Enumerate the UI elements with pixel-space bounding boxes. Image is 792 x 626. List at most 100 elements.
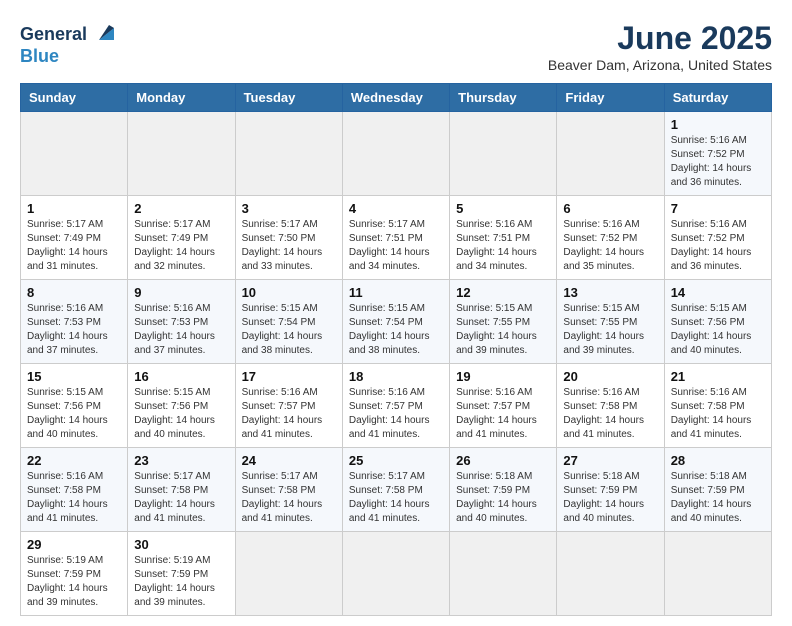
day-info: Sunrise: 5:15 AMSunset: 7:56 PMDaylight:…: [671, 302, 765, 358]
day-number: 29: [27, 537, 121, 552]
day-info: Sunrise: 5:17 AMSunset: 7:51 PMDaylight:…: [349, 218, 443, 274]
day-number: 23: [134, 453, 228, 468]
calendar-cell: 5 Sunrise: 5:16 AMSunset: 7:51 PMDaylight…: [450, 196, 557, 280]
day-info: Sunrise: 5:17 AMSunset: 7:49 PMDaylight:…: [134, 218, 228, 274]
day-number: 25: [349, 453, 443, 468]
day-number: 1: [27, 201, 121, 216]
day-number: 8: [27, 285, 121, 300]
day-info: Sunrise: 5:17 AMSunset: 7:49 PMDaylight:…: [27, 218, 121, 274]
weekday-header: Tuesday: [235, 84, 342, 112]
subtitle: Beaver Dam, Arizona, United States: [548, 57, 772, 73]
calendar-cell: [235, 112, 342, 196]
day-number: 10: [242, 285, 336, 300]
logo-icon: [89, 20, 119, 50]
calendar-header-row: SundayMondayTuesdayWednesdayThursdayFrid…: [21, 84, 772, 112]
weekday-header: Monday: [128, 84, 235, 112]
day-number: 16: [134, 369, 228, 384]
day-number: 2: [134, 201, 228, 216]
calendar-week-row: 15Sunrise: 5:15 AMSunset: 7:56 PMDayligh…: [21, 364, 772, 448]
calendar-cell: [342, 532, 449, 616]
day-info: Sunrise: 5:16 AMSunset: 7:57 PMDaylight:…: [456, 386, 550, 442]
day-info: Sunrise: 5:17 AMSunset: 7:50 PMDaylight:…: [242, 218, 336, 274]
day-number: 20: [563, 369, 657, 384]
day-number: 7: [671, 201, 765, 216]
day-number: 5: [456, 201, 550, 216]
day-number: 27: [563, 453, 657, 468]
logo-text: General: [20, 25, 87, 45]
calendar-cell: 9Sunrise: 5:16 AMSunset: 7:53 PMDaylight…: [128, 280, 235, 364]
day-number: 21: [671, 369, 765, 384]
calendar-cell: 29Sunrise: 5:19 AMSunset: 7:59 PMDayligh…: [21, 532, 128, 616]
calendar-week-row: 1 Sunrise: 5:17 AMSunset: 7:49 PMDaylight…: [21, 196, 772, 280]
day-info: Sunrise: 5:16 AMSunset: 7:51 PMDaylight:…: [456, 218, 550, 274]
day-number: 17: [242, 369, 336, 384]
calendar-cell: 4 Sunrise: 5:17 AMSunset: 7:51 PMDaylight…: [342, 196, 449, 280]
calendar-cell: [664, 532, 771, 616]
day-number: 9: [134, 285, 228, 300]
day-info: Sunrise: 5:15 AMSunset: 7:54 PMDaylight:…: [349, 302, 443, 358]
header: General Blue June 2025 Beaver Dam, Arizo…: [20, 20, 772, 73]
calendar-week-row: 8 Sunrise: 5:16 AMSunset: 7:53 PMDaylight…: [21, 280, 772, 364]
calendar-cell: [450, 112, 557, 196]
calendar-cell: 8 Sunrise: 5:16 AMSunset: 7:53 PMDaylight…: [21, 280, 128, 364]
day-info: Sunrise: 5:15 AMSunset: 7:54 PMDaylight:…: [242, 302, 336, 358]
weekday-header: Saturday: [664, 84, 771, 112]
calendar-cell: 11 Sunrise: 5:15 AMSunset: 7:54 PMDayligh…: [342, 280, 449, 364]
calendar-cell: 15Sunrise: 5:15 AMSunset: 7:56 PMDayligh…: [21, 364, 128, 448]
day-number: 1: [671, 117, 765, 132]
day-info: Sunrise: 5:16 AMSunset: 7:57 PMDaylight:…: [349, 386, 443, 442]
calendar-cell: 22Sunrise: 5:16 AMSunset: 7:58 PMDayligh…: [21, 448, 128, 532]
calendar-cell: [128, 112, 235, 196]
day-number: 22: [27, 453, 121, 468]
day-info: Sunrise: 5:16 AMSunset: 7:58 PMDaylight:…: [671, 386, 765, 442]
calendar-cell: [557, 112, 664, 196]
day-info: Sunrise: 5:16 AMSunset: 7:52 PMDaylight:…: [671, 218, 765, 274]
day-info: Sunrise: 5:17 AMSunset: 7:58 PMDaylight:…: [349, 470, 443, 526]
calendar-cell: 3 Sunrise: 5:17 AMSunset: 7:50 PMDaylight…: [235, 196, 342, 280]
weekday-header: Wednesday: [342, 84, 449, 112]
day-number: 12: [456, 285, 550, 300]
calendar-cell: [21, 112, 128, 196]
calendar-week-row: 1 Sunrise: 5:16 AMSunset: 7:52 PMDaylight…: [21, 112, 772, 196]
day-number: 4: [349, 201, 443, 216]
calendar-cell: 19Sunrise: 5:16 AMSunset: 7:57 PMDayligh…: [450, 364, 557, 448]
calendar-cell: [450, 532, 557, 616]
day-number: 30: [134, 537, 228, 552]
day-info: Sunrise: 5:15 AMSunset: 7:56 PMDaylight:…: [27, 386, 121, 442]
main-title: June 2025: [548, 20, 772, 57]
day-info: Sunrise: 5:15 AMSunset: 7:55 PMDaylight:…: [456, 302, 550, 358]
calendar-cell: 28Sunrise: 5:18 AMSunset: 7:59 PMDayligh…: [664, 448, 771, 532]
day-info: Sunrise: 5:19 AMSunset: 7:59 PMDaylight:…: [134, 554, 228, 610]
day-info: Sunrise: 5:17 AMSunset: 7:58 PMDaylight:…: [134, 470, 228, 526]
weekday-header: Friday: [557, 84, 664, 112]
calendar-cell: 27 Sunrise: 5:18 AMSunset: 7:59 PMDayligh…: [557, 448, 664, 532]
weekday-header: Sunday: [21, 84, 128, 112]
calendar-cell: 24Sunrise: 5:17 AMSunset: 7:58 PMDayligh…: [235, 448, 342, 532]
day-info: Sunrise: 5:17 AMSunset: 7:58 PMDaylight:…: [242, 470, 336, 526]
calendar-cell: 2 Sunrise: 5:17 AMSunset: 7:49 PMDaylight…: [128, 196, 235, 280]
day-info: Sunrise: 5:16 AMSunset: 7:52 PMDaylight:…: [671, 134, 765, 190]
calendar-cell: 25 Sunrise: 5:17 AMSunset: 7:58 PMDayligh…: [342, 448, 449, 532]
day-info: Sunrise: 5:16 AMSunset: 7:58 PMDaylight:…: [563, 386, 657, 442]
calendar-cell: 1 Sunrise: 5:16 AMSunset: 7:52 PMDaylight…: [664, 112, 771, 196]
calendar-cell: 17Sunrise: 5:16 AMSunset: 7:57 PMDayligh…: [235, 364, 342, 448]
day-number: 11: [349, 285, 443, 300]
calendar-cell: 7 Sunrise: 5:16 AMSunset: 7:52 PMDaylight…: [664, 196, 771, 280]
day-number: 3: [242, 201, 336, 216]
day-number: 28: [671, 453, 765, 468]
day-info: Sunrise: 5:18 AMSunset: 7:59 PMDaylight:…: [563, 470, 657, 526]
page: General Blue June 2025 Beaver Dam, Arizo…: [0, 0, 792, 626]
calendar-cell: 12 Sunrise: 5:15 AMSunset: 7:55 PMDayligh…: [450, 280, 557, 364]
calendar-cell: [342, 112, 449, 196]
calendar-cell: 14 Sunrise: 5:15 AMSunset: 7:56 PMDayligh…: [664, 280, 771, 364]
calendar-cell: 30 Sunrise: 5:19 AMSunset: 7:59 PMDayligh…: [128, 532, 235, 616]
calendar-cell: 1 Sunrise: 5:17 AMSunset: 7:49 PMDaylight…: [21, 196, 128, 280]
logo: General Blue: [20, 20, 119, 67]
day-info: Sunrise: 5:16 AMSunset: 7:52 PMDaylight:…: [563, 218, 657, 274]
day-info: Sunrise: 5:16 AMSunset: 7:53 PMDaylight:…: [27, 302, 121, 358]
day-info: Sunrise: 5:15 AMSunset: 7:56 PMDaylight:…: [134, 386, 228, 442]
calendar-week-row: 29 Sunrise: 5:19 AMSunset: 7:59 PMDayligh…: [21, 532, 772, 616]
day-number: 26: [456, 453, 550, 468]
weekday-header: Thursday: [450, 84, 557, 112]
day-number: 14: [671, 285, 765, 300]
